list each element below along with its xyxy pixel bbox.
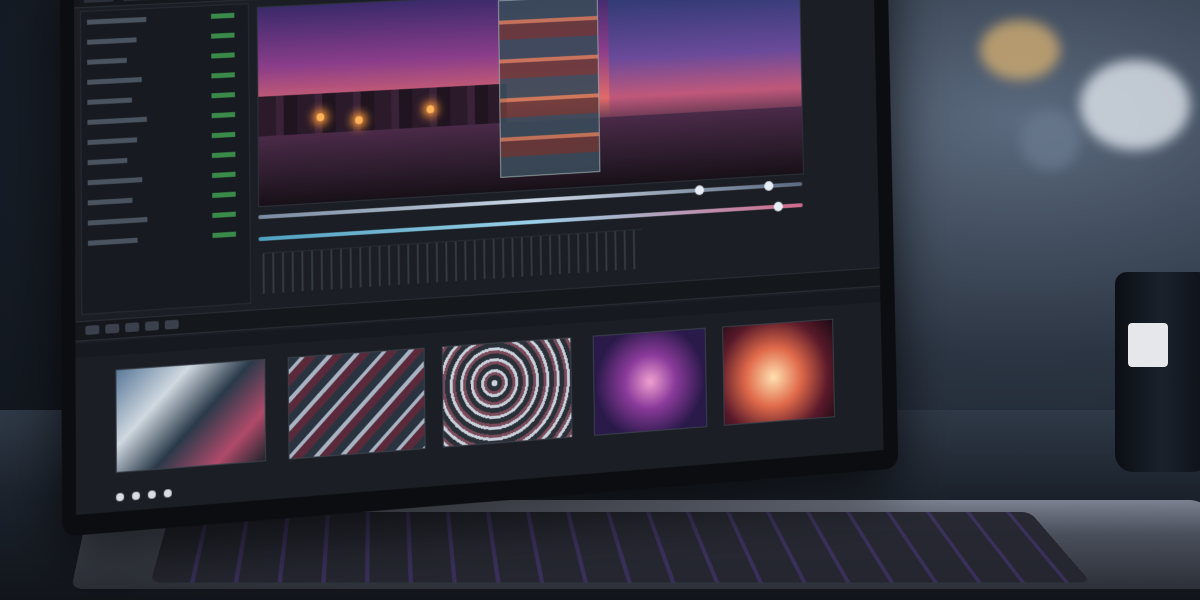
- laptop-keyboard: [150, 512, 1091, 583]
- track-row[interactable]: [87, 171, 236, 191]
- track-name: [87, 37, 137, 45]
- track-name: [87, 177, 143, 186]
- picture-in-picture[interactable]: [497, 0, 601, 178]
- track-name: [87, 77, 142, 85]
- track-value: [211, 151, 236, 159]
- track-list-panel: [80, 3, 252, 316]
- track-value: [211, 32, 235, 39]
- play-icon[interactable]: [125, 322, 140, 333]
- track-value: [212, 211, 236, 219]
- track-value: [212, 171, 236, 179]
- preview-viewer[interactable]: [256, 0, 804, 208]
- clip-thumbnail[interactable]: [287, 347, 426, 460]
- track-row[interactable]: [87, 12, 235, 30]
- menu-tab[interactable]: [83, 0, 114, 3]
- cut-icon[interactable]: [85, 324, 100, 336]
- coffee-mug: [1115, 272, 1200, 472]
- bokeh-light: [1080, 60, 1190, 150]
- status-indicator[interactable]: [116, 492, 125, 502]
- track-row[interactable]: [87, 72, 235, 90]
- track-name: [87, 237, 138, 246]
- track-name: [87, 116, 147, 125]
- laptop-screen-bezel: [60, 0, 899, 537]
- status-indicator[interactable]: [147, 490, 156, 499]
- track-name: [87, 57, 127, 65]
- scrubber-handle[interactable]: [694, 185, 705, 196]
- bokeh-light: [1020, 110, 1080, 170]
- track-row[interactable]: [87, 52, 235, 69]
- track-value: [212, 231, 236, 239]
- track-value: [210, 12, 235, 19]
- trim-icon[interactable]: [105, 323, 120, 334]
- track-row[interactable]: [87, 211, 236, 231]
- track-row[interactable]: [87, 151, 236, 170]
- settings-icon[interactable]: [164, 319, 179, 330]
- track-name: [87, 216, 148, 226]
- waveform: [262, 228, 643, 294]
- status-indicator[interactable]: [131, 491, 140, 501]
- clip-thumbnail[interactable]: [722, 318, 836, 426]
- track-name: [87, 157, 128, 166]
- track-value: [211, 131, 236, 139]
- track-value: [212, 191, 236, 199]
- track-name: [87, 197, 133, 206]
- track-name: [87, 16, 147, 25]
- track-row[interactable]: [87, 191, 236, 211]
- track-value: [211, 72, 235, 79]
- marker-icon[interactable]: [145, 320, 159, 331]
- track-row[interactable]: [87, 32, 235, 50]
- track-row[interactable]: [87, 111, 236, 130]
- track-name: [87, 137, 138, 146]
- track-name: [87, 97, 132, 105]
- track-row[interactable]: [87, 92, 235, 110]
- clip-thumbnail[interactable]: [441, 337, 573, 448]
- menu-tab[interactable]: [123, 0, 154, 2]
- mug-label: [1128, 323, 1168, 367]
- track-row[interactable]: [87, 231, 236, 251]
- audio-level-handle[interactable]: [773, 201, 783, 212]
- track-value: [211, 92, 235, 99]
- bokeh-light: [980, 20, 1060, 80]
- track-value: [211, 52, 235, 59]
- status-indicator[interactable]: [163, 488, 172, 498]
- track-value: [211, 111, 236, 119]
- clip-thumbnail[interactable]: [115, 358, 267, 474]
- track-row[interactable]: [87, 131, 236, 150]
- clip-thumbnail[interactable]: [592, 327, 708, 436]
- scrubber-handle[interactable]: [764, 180, 774, 192]
- video-editor-screen: [73, 0, 884, 515]
